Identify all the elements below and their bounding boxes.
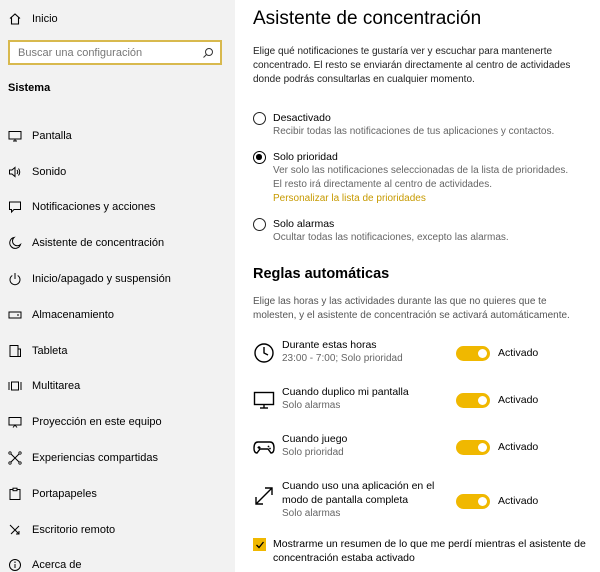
rule-sublabel: Solo prioridad bbox=[282, 447, 344, 458]
radio-solo-alarmas[interactable] bbox=[253, 218, 266, 231]
sidebar-item-label: Asistente de concentración bbox=[32, 237, 165, 250]
sidebar-item-pantalla[interactable]: Pantalla bbox=[0, 118, 235, 154]
sidebar-item-asistente[interactable]: Asistente de concentración bbox=[0, 225, 235, 261]
option-description: Recibir todas las notificaciones de tus … bbox=[273, 126, 555, 137]
sidebar-item-multitarea[interactable]: Multitarea bbox=[0, 369, 235, 405]
home-nav-item[interactable]: Inicio bbox=[8, 9, 58, 29]
remote-desktop-icon bbox=[8, 523, 22, 537]
sidebar-item-tableta[interactable]: Tableta bbox=[0, 333, 235, 369]
sidebar-item-label: Almacenamiento bbox=[32, 308, 114, 321]
multitask-icon bbox=[8, 379, 22, 393]
rule-sublabel: Solo alarmas bbox=[282, 400, 341, 411]
option-desactivado[interactable]: Desactivado Recibir todas las notificaci… bbox=[253, 111, 554, 139]
home-label: Inicio bbox=[32, 13, 58, 25]
option-label: Desactivado bbox=[273, 112, 331, 124]
home-icon bbox=[8, 12, 22, 26]
option-description: Ver solo las notificaciones seleccionada… bbox=[273, 165, 569, 176]
clock-icon bbox=[253, 342, 275, 364]
search-input[interactable] bbox=[18, 46, 202, 59]
tablet-icon bbox=[8, 344, 22, 358]
fullscreen-icon bbox=[253, 485, 275, 507]
speaker-icon bbox=[8, 165, 22, 179]
sidebar-item-label: Acerca de bbox=[32, 559, 82, 572]
sidebar-item-label: Experiencias compartidas bbox=[32, 452, 158, 465]
option-label: Solo prioridad bbox=[273, 151, 338, 163]
rule-label: Cuando uso una aplicación en el modo de … bbox=[282, 480, 435, 506]
sidebar-item-notificaciones[interactable]: Notificaciones y acciones bbox=[0, 190, 235, 226]
radio-solo-prioridad[interactable] bbox=[253, 151, 266, 164]
sidebar-item-label: Proyección en este equipo bbox=[32, 416, 162, 429]
notification-icon bbox=[8, 200, 22, 214]
summary-checkbox-row[interactable]: Mostrarme un resumen de lo que me perdí … bbox=[253, 537, 593, 565]
option-solo-alarmas[interactable]: Solo alarmas Ocultar todas las notificac… bbox=[253, 217, 509, 245]
option-label: Solo alarmas bbox=[273, 218, 335, 230]
rules-intro: Elige las horas y las actividades durant… bbox=[253, 296, 570, 321]
sidebar-item-label: Inicio/apagado y suspensión bbox=[32, 273, 171, 286]
sidebar-item-label: Portapapeles bbox=[32, 487, 97, 500]
summary-checkbox-label: Mostrarme un resumen de lo que me perdí … bbox=[273, 538, 586, 564]
display-icon bbox=[253, 389, 275, 411]
toggle-state-label: Activado bbox=[498, 394, 539, 406]
sidebar-item-proyeccion[interactable]: Proyección en este equipo bbox=[0, 404, 235, 440]
sidebar-item-inicio-apagado[interactable]: Inicio/apagado y suspensión bbox=[0, 261, 235, 297]
rule-toggle[interactable] bbox=[456, 494, 490, 509]
toggle-state-label: Activado bbox=[498, 495, 539, 507]
storage-icon bbox=[8, 308, 22, 322]
option-description: Ocultar todas las notificaciones, except… bbox=[273, 232, 509, 243]
sidebar-item-label: Sonido bbox=[32, 165, 67, 178]
customize-priority-list-link[interactable]: Personalizar la lista de prioridades bbox=[273, 192, 568, 206]
rule-toggle[interactable] bbox=[456, 440, 490, 455]
option-solo-prioridad[interactable]: Solo prioridad Ver solo las notificacion… bbox=[253, 150, 568, 206]
page-intro: Elige qué notificaciones te gustaría ver… bbox=[253, 46, 571, 85]
monitor-icon bbox=[8, 129, 22, 143]
sidebar-item-sonido[interactable]: Sonido bbox=[0, 154, 235, 190]
clipboard-icon bbox=[8, 487, 22, 501]
rule-label: Durante estas horas bbox=[282, 339, 377, 351]
info-icon bbox=[8, 558, 22, 572]
sidebar-item-label: Pantalla bbox=[32, 129, 72, 142]
rules-section-title: Reglas automáticas bbox=[253, 266, 390, 282]
sidebar-item-label: Notificaciones y acciones bbox=[32, 201, 156, 214]
shared-experiences-icon bbox=[8, 451, 22, 465]
sidebar-item-label: Escritorio remoto bbox=[32, 523, 116, 536]
sidebar-item-label: Tableta bbox=[32, 344, 68, 357]
summary-checkbox[interactable] bbox=[253, 538, 266, 551]
sidebar-item-escritorio-remoto[interactable]: Escritorio remoto bbox=[0, 512, 235, 548]
search-icon[interactable] bbox=[202, 47, 214, 59]
page-title: Asistente de concentración bbox=[253, 8, 482, 29]
sidebar-item-experiencias[interactable]: Experiencias compartidas bbox=[0, 440, 235, 476]
projection-icon bbox=[8, 415, 22, 429]
checkmark-icon bbox=[255, 541, 264, 548]
rule-label: Cuando juego bbox=[282, 433, 348, 445]
rule-label: Cuando duplico mi pantalla bbox=[282, 386, 409, 398]
power-icon bbox=[8, 272, 22, 286]
option-description: El resto irá directamente al centro de a… bbox=[273, 179, 492, 190]
sidebar-item-acerca-de[interactable]: Acerca de bbox=[0, 548, 235, 572]
radio-desactivado[interactable] bbox=[253, 112, 266, 125]
rule-sublabel: 23:00 - 7:00; Solo prioridad bbox=[282, 353, 403, 364]
gamepad-icon bbox=[253, 436, 275, 458]
sidebar-section-title: Sistema bbox=[8, 82, 51, 94]
sidebar-item-portapapeles[interactable]: Portapapeles bbox=[0, 476, 235, 512]
rule-toggle[interactable] bbox=[456, 393, 490, 408]
rule-toggle[interactable] bbox=[456, 346, 490, 361]
sidebar-item-almacenamiento[interactable]: Almacenamiento bbox=[0, 297, 235, 333]
sidebar: Inicio Sistema Pantalla Sonido Notificac… bbox=[0, 0, 235, 572]
toggle-state-label: Activado bbox=[498, 347, 539, 359]
rule-sublabel: Solo alarmas bbox=[282, 508, 341, 519]
sidebar-item-label: Multitarea bbox=[32, 380, 81, 393]
sidebar-nav: Pantalla Sonido Notificaciones y accione… bbox=[0, 118, 235, 572]
moon-icon bbox=[8, 236, 22, 250]
toggle-state-label: Activado bbox=[498, 441, 539, 453]
search-box[interactable] bbox=[8, 40, 222, 65]
